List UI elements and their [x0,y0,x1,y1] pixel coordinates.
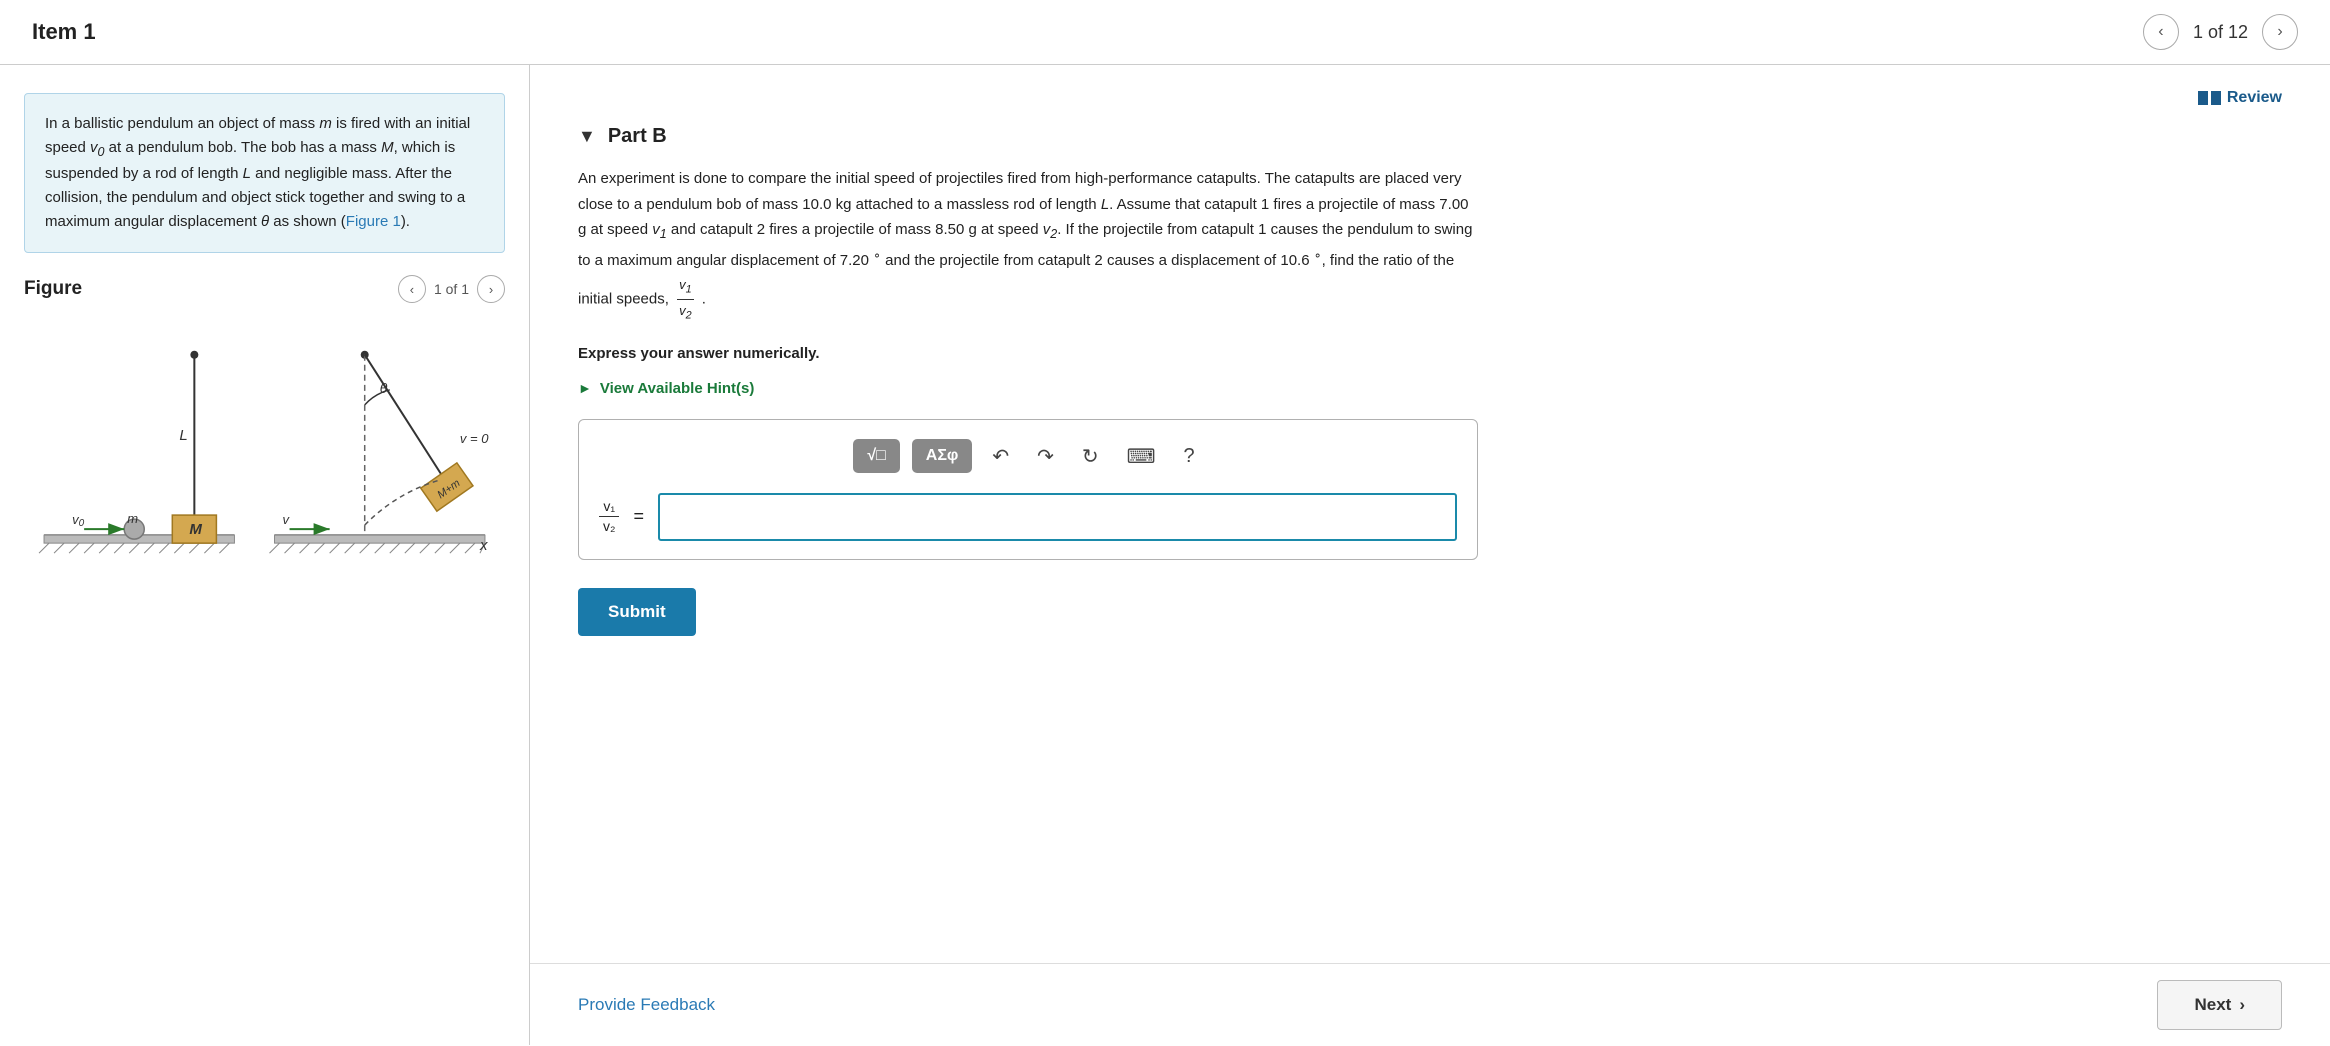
problem-description: In a ballistic pendulum an object of mas… [24,93,505,253]
fraction-label: v₁ v₂ [599,497,619,537]
keyboard-button[interactable]: ⌨ [1119,438,1164,475]
redo-button[interactable]: ↷ [1029,438,1062,475]
bottom-bar: Provide Feedback Next › [530,963,2330,1046]
figure-header: Figure ‹ 1 of 1 › [24,275,505,303]
hint-label: View Available Hint(s) [600,380,755,397]
fraction-denominator: v₂ [599,517,619,537]
page-indicator: 1 of 12 [2193,22,2248,43]
review-label: Review [2227,89,2282,107]
svg-text:θ: θ [380,380,388,396]
figure-page-indicator: 1 of 1 [434,281,469,297]
figure-link[interactable]: Figure 1 [346,213,401,230]
answer-input[interactable] [658,493,1457,541]
svg-text:M: M [189,521,202,538]
svg-text:L: L [179,427,187,444]
figure-next-button[interactable]: › [477,275,505,303]
next-arrow-icon: › [2239,995,2245,1015]
pendulum-diagram: L M m v0 [24,315,505,635]
provide-feedback-button[interactable]: Provide Feedback [578,995,715,1015]
svg-text:v0: v0 [72,512,85,529]
submit-button[interactable]: Submit [578,588,696,636]
math-template-button[interactable]: √□ [853,439,899,473]
undo-button[interactable]: ↶ [984,438,1017,475]
review-button[interactable]: Review [2198,89,2282,107]
main-layout: In a ballistic pendulum an object of mas… [0,65,2330,1045]
prev-page-button[interactable]: ‹ [2143,14,2179,50]
answer-row: v₁ v₂ = [599,493,1457,541]
review-icon-left [2198,91,2208,105]
figure-title: Figure [24,278,82,300]
greek-symbols-button[interactable]: AΣφ [912,439,973,473]
express-answer-label: Express your answer numerically. [578,345,2282,362]
problem-text: An experiment is done to compare the ini… [578,166,1478,325]
next-button[interactable]: Next › [2157,980,2282,1030]
equals-sign: = [633,506,644,527]
left-panel: In a ballistic pendulum an object of mas… [0,65,530,1045]
next-page-button[interactable]: › [2262,14,2298,50]
svg-text:x: x [479,537,488,554]
math-toolbar: √□ AΣφ ↶ ↷ ↻ ⌨ ? [599,438,1457,475]
review-area: Review [578,89,2282,107]
figure-prev-button[interactable]: ‹ [398,275,426,303]
hint-arrow-icon: ► [578,380,592,396]
collapse-button[interactable]: ▼ [578,126,596,147]
top-header: Item 1 ‹ 1 of 12 › [0,0,2330,65]
right-panel: Review ▼ Part B An experiment is done to… [530,65,2330,1045]
fraction-numerator: v₁ [599,497,619,518]
refresh-button[interactable]: ↻ [1074,438,1107,475]
review-icon-right [2211,91,2221,105]
svg-text:m: m [127,511,138,526]
pagination: ‹ 1 of 12 › [2143,14,2298,50]
svg-text:v = 0: v = 0 [460,431,489,446]
figure-diagram: L M m v0 [24,315,505,635]
part-b-header: ▼ Part B [578,125,2282,148]
answer-input-area: √□ AΣφ ↶ ↷ ↻ ⌨ ? v₁ v₂ = [578,419,1478,560]
item-title: Item 1 [32,19,96,45]
help-button[interactable]: ? [1176,439,1203,474]
hint-button[interactable]: ► View Available Hint(s) [578,380,754,397]
figure-navigation: ‹ 1 of 1 › [398,275,505,303]
next-label: Next [2194,995,2231,1015]
svg-text:v: v [283,512,291,527]
part-title: Part B [608,125,667,148]
